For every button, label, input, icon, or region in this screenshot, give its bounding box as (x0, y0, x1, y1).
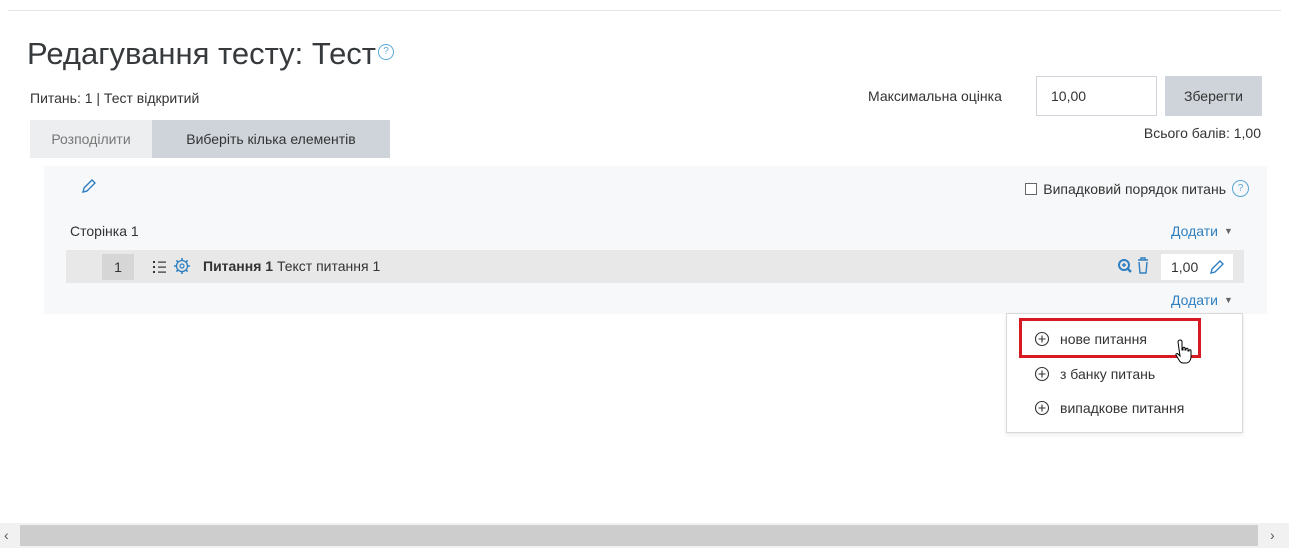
question-number: 1 (102, 254, 134, 280)
repaginate-button[interactable]: Розподілити (30, 120, 152, 158)
shuffle-option: Випадковий порядок питань ? (1025, 180, 1249, 197)
plus-circle-icon (1034, 366, 1050, 382)
question-type-icons (153, 258, 190, 274)
shuffle-label: Випадковий порядок питань (1043, 180, 1226, 197)
chevron-down-icon: ▼ (1224, 295, 1233, 305)
chevron-right-icon[interactable]: › (1270, 527, 1275, 543)
gear-icon (174, 258, 190, 274)
add-menu-link-bottom[interactable]: Додати ▼ (1171, 292, 1233, 308)
max-grade-input[interactable] (1036, 76, 1157, 116)
list-icon (153, 261, 166, 273)
save-button[interactable]: Зберегти (1165, 76, 1262, 116)
question-mark-icon[interactable]: ? (378, 43, 395, 60)
plus-circle-icon (1034, 400, 1050, 416)
page-title: Редагування тесту: Тест? (27, 36, 395, 72)
pencil-icon[interactable] (1208, 258, 1226, 276)
shuffle-checkbox[interactable] (1025, 182, 1038, 195)
menu-item-from-bank[interactable]: з банку питань (1034, 366, 1155, 382)
chevron-down-icon: ▼ (1224, 226, 1233, 236)
hand-cursor-icon (1175, 339, 1192, 364)
search-icon (1118, 259, 1132, 273)
scrollbar-thumb[interactable] (20, 525, 1258, 546)
top-divider (8, 10, 1281, 11)
menu-item-random-question[interactable]: випадкове питання (1034, 400, 1184, 416)
question-mark-icon[interactable]: ? (1232, 180, 1249, 197)
trash-icon (1138, 257, 1148, 274)
pencil-icon[interactable] (80, 177, 98, 195)
select-multiple-button[interactable]: Виберіть кілька елементів (152, 120, 390, 158)
question-mark-value[interactable]: 1,00 (1161, 254, 1233, 280)
question-tools (1118, 257, 1148, 274)
question-text[interactable]: Питання 1 Текст питання 1 (203, 258, 380, 274)
page-label: Сторінка 1 (70, 223, 139, 239)
chevron-left-icon[interactable]: ‹ (4, 527, 9, 543)
max-grade-label: Максимальна оцінка (868, 88, 1002, 104)
add-menu-link[interactable]: Додати ▼ (1171, 223, 1233, 239)
quiz-info: Питань: 1 | Тест відкритий (30, 90, 200, 106)
total-marks: Всього балів: 1,00 (1143, 125, 1261, 141)
